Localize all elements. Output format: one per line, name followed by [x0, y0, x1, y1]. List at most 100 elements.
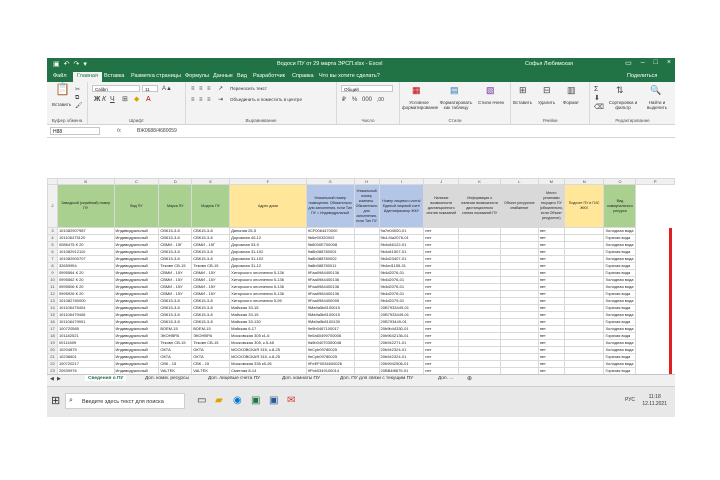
- number-format-select[interactable]: Общий: [341, 85, 393, 92]
- cell[interactable]: Тековн СВ-15: [191, 262, 231, 270]
- font-name-select[interactable]: Calibri: [92, 85, 140, 92]
- cell[interactable]: СВК15-3-8: [191, 227, 231, 235]
- maximize-icon[interactable]: □: [654, 59, 658, 67]
- borders-icon[interactable]: ⊞: [122, 96, 128, 104]
- cell[interactable]: [499, 276, 539, 284]
- paste-icon[interactable]: 📋: [55, 83, 70, 95]
- align-center-icon[interactable]: ≡: [199, 96, 203, 104]
- cell[interactable]: СВМИ - 15У: [158, 269, 193, 277]
- cell[interactable]: [353, 297, 380, 305]
- merge-center-button[interactable]: Объединить и поместить в центре: [230, 97, 302, 102]
- cell[interactable]: Тековн СВ-15: [191, 339, 231, 347]
- formula-input[interactable]: ВЖ0688/4680059: [137, 128, 177, 134]
- cell[interactable]: 101082780000: [56, 297, 115, 305]
- cell[interactable]: ЭКОНВРА: [191, 332, 231, 340]
- cell[interactable]: 20b942271-01: [378, 339, 425, 347]
- cell[interactable]: [353, 325, 380, 333]
- cell[interactable]: [458, 241, 501, 249]
- name-box[interactable]: H88: [50, 127, 100, 135]
- cell[interactable]: СВК15-3-8: [191, 297, 231, 305]
- cell[interactable]: [499, 241, 539, 249]
- column-title[interactable]: Номер лицевого счета/Единый лицевой счет…: [378, 184, 425, 228]
- cell[interactable]: Холодная вода: [603, 276, 637, 284]
- cell[interactable]: СВМИ - 15У: [191, 283, 231, 291]
- underline-icon[interactable]: Ч: [110, 96, 115, 104]
- cell[interactable]: [458, 325, 501, 333]
- task-view-icon[interactable]: ▭: [197, 395, 206, 406]
- align-right-icon[interactable]: ≡: [207, 96, 211, 104]
- cell[interactable]: СВК - 15: [158, 360, 193, 368]
- column-title[interactable]: Вид коммунального ресурса: [603, 184, 637, 228]
- cell[interactable]: МОСКОВСКАЯ 315, к.8-25: [229, 346, 307, 354]
- cell[interactable]: Индивидуальный: [113, 234, 160, 242]
- cell[interactable]: Индивидуальный: [113, 325, 160, 333]
- cell[interactable]: 101082900707: [56, 255, 115, 263]
- sheet-table[interactable]: B C D E F G H I J K L M N O P 2 Заводской (серийный) ном…: [47, 178, 675, 374]
- cell[interactable]: Хиторского ополчения 5-136: [229, 269, 307, 277]
- row-header[interactable]: 14: [47, 304, 58, 312]
- cell[interactable]: 9b4-f4a2076-01: [378, 234, 425, 242]
- tab-insert[interactable]: Вставка: [104, 73, 124, 79]
- tell-me-search[interactable]: Что вы хотите сделать?: [319, 73, 380, 79]
- clear-icon[interactable]: ⌫: [594, 104, 604, 112]
- insert-cells-button[interactable]: Вставить: [513, 100, 532, 105]
- cell[interactable]: 9b4d41507-01: [378, 248, 425, 256]
- cell[interactable]: 9b8000E700008: [305, 241, 355, 249]
- column-title[interactable]: Уникальный номер помещения. Обязательно …: [305, 184, 355, 228]
- cell[interactable]: Холодная вода: [603, 339, 637, 347]
- cell[interactable]: 0995564 К 20: [56, 269, 115, 277]
- cell[interactable]: 9Ma9a5b8100015: [305, 311, 355, 319]
- cell[interactable]: 9Ma9a5b8100015: [305, 304, 355, 312]
- fill-icon[interactable]: ⬇: [594, 95, 600, 103]
- cell[interactable]: нет: [423, 297, 460, 305]
- indent-icon[interactable]: ⇥: [218, 96, 223, 104]
- cell[interactable]: 20b9642136-01: [378, 332, 425, 340]
- cell[interactable]: [563, 360, 605, 368]
- cell[interactable]: [563, 311, 605, 319]
- taskbar-search-input[interactable]: Введите здесь текст для поиска: [65, 393, 185, 409]
- cell[interactable]: нет: [537, 290, 565, 298]
- cell[interactable]: нет: [537, 325, 565, 333]
- cell[interactable]: [563, 290, 605, 298]
- share-button[interactable]: Поделиться: [627, 73, 657, 79]
- cell[interactable]: 101106475120: [56, 234, 115, 242]
- column-title[interactable]: Марка ПУ: [158, 184, 193, 228]
- cell[interactable]: [563, 248, 605, 256]
- cell[interactable]: [458, 276, 501, 284]
- cell[interactable]: Индивидуальный: [113, 297, 160, 305]
- cell[interactable]: СВК - 15: [191, 360, 231, 368]
- cell[interactable]: [458, 353, 501, 361]
- cell[interactable]: Дорожная 33-9: [229, 241, 307, 249]
- cell[interactable]: [458, 227, 501, 235]
- cell[interactable]: [458, 360, 501, 368]
- format-as-table-button[interactable]: Форматировать как таблицу: [438, 100, 474, 110]
- cell[interactable]: [499, 255, 539, 263]
- cell[interactable]: СВМИ - 15У: [191, 269, 231, 277]
- cell[interactable]: [353, 311, 380, 319]
- cell[interactable]: Индивидуальный: [113, 332, 160, 340]
- cell[interactable]: [353, 283, 380, 291]
- cell[interactable]: Тековн СВ-15: [158, 339, 193, 347]
- cell[interactable]: СВМИ - 15У: [191, 276, 231, 284]
- cell[interactable]: нет: [423, 318, 460, 326]
- cell[interactable]: Индивидуальный: [113, 255, 160, 263]
- cell[interactable]: [499, 304, 539, 312]
- close-icon[interactable]: ×: [667, 59, 671, 67]
- column-title[interactable]: Адрес дома: [229, 184, 307, 228]
- cell[interactable]: [353, 346, 380, 354]
- cell[interactable]: [353, 304, 380, 312]
- cell[interactable]: нет: [537, 241, 565, 249]
- cell-styles-button[interactable]: Стили ячеек: [476, 100, 506, 105]
- cell[interactable]: нет: [423, 325, 460, 333]
- cell[interactable]: нет: [537, 234, 565, 242]
- ribbon-display-icon[interactable]: ▭: [625, 59, 632, 67]
- paste-button[interactable]: Вставить: [52, 102, 71, 107]
- cell[interactable]: 9b4d46122-01: [378, 241, 425, 249]
- currency-icon[interactable]: ₽: [342, 96, 346, 104]
- cell[interactable]: [563, 332, 605, 340]
- cell[interactable]: Холодная вода: [603, 283, 637, 291]
- copy-icon[interactable]: ⧉: [75, 94, 79, 102]
- cell[interactable]: нет: [537, 283, 565, 291]
- row-header[interactable]: 6: [47, 248, 58, 256]
- cell[interactable]: Горячая вода: [603, 304, 637, 312]
